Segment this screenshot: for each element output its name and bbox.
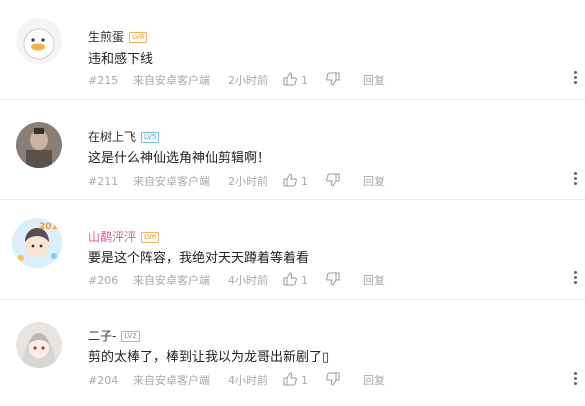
like-count: 1 (301, 74, 308, 87)
timestamp: 2小时前 (228, 175, 268, 188)
floor-number: #211 (88, 175, 119, 188)
like-count: 1 (301, 175, 308, 188)
level-badge: LV2 (121, 331, 140, 342)
anime-avatar-icon (16, 322, 62, 368)
username[interactable]: 生煎蛋 LV6 (88, 30, 148, 44)
floor-number: #215 (88, 74, 119, 87)
source-label: 来自安卓客户端 (133, 74, 210, 87)
username-text[interactable]: 在树上飞 (88, 130, 136, 144)
comment-item: 生煎蛋 LV6 违和感下线 #215 来自安卓客户端 2小时前 1 回复 (0, 0, 585, 100)
photo-avatar-icon (16, 122, 62, 168)
username[interactable]: 在树上飞 LV5 (88, 130, 160, 144)
timestamp: 4小时前 (228, 274, 268, 287)
thumbs-up-icon[interactable] (283, 72, 297, 89)
more-vertical-icon[interactable] (574, 71, 577, 84)
comment-item: 二子- LV2 剪的太棒了，棒到让我以为龙哥出新剧了▯ #204 来自安卓客户端 … (0, 300, 585, 400)
username[interactable]: 二子- LV2 (88, 329, 140, 343)
source-label: 来自安卓客户端 (133, 374, 210, 387)
thumbs-up-icon[interactable] (283, 272, 297, 289)
thumbs-down-icon[interactable] (326, 372, 340, 389)
more-vertical-icon[interactable] (574, 372, 577, 385)
level-badge: LV6 (141, 232, 160, 243)
comment-text: 这是什么神仙选角神仙剪辑啊！ (88, 151, 271, 166)
comment-item: 2019 山鹬泙泙 LV6 要是这个阵容，我绝对天天蹲着等着看 #206 来自安卓… (0, 200, 585, 300)
timestamp: 4小时前 (228, 374, 268, 387)
source-label: 来自安卓客户端 (133, 274, 210, 287)
avatar[interactable] (16, 322, 62, 368)
duck-avatar-icon (16, 18, 62, 64)
username-text[interactable]: 山鹬泙泙 (88, 230, 136, 244)
comment-item: 在树上飞 LV5 这是什么神仙选角神仙剪辑啊！ #211 来自安卓客户端 2小时前… (0, 100, 585, 200)
comment-text: 要是这个阵容，我绝对天天蹲着等着看 (88, 251, 310, 266)
username-text[interactable]: 生煎蛋 (88, 30, 124, 44)
reply-button[interactable]: 回复 (363, 374, 385, 387)
floor-number: #204 (88, 374, 119, 387)
reply-button[interactable]: 回复 (363, 274, 385, 287)
level-badge: LV6 (129, 32, 148, 43)
floor-number: #206 (88, 274, 119, 287)
avatar[interactable]: 2019 (12, 218, 62, 268)
thumbs-down-icon[interactable] (326, 72, 340, 89)
comment-list: 生煎蛋 LV6 违和感下线 #215 来自安卓客户端 2小时前 1 回复 在树上… (0, 0, 585, 406)
reply-button[interactable]: 回复 (363, 74, 385, 87)
like-count: 1 (301, 274, 308, 287)
more-vertical-icon[interactable] (574, 172, 577, 185)
username-text[interactable]: 二子- (88, 329, 116, 343)
thumbs-up-icon[interactable] (283, 173, 297, 190)
level-badge: LV5 (141, 132, 160, 143)
thumbs-down-icon[interactable] (326, 173, 340, 190)
anime-avatar-icon: 2019 (12, 218, 62, 268)
avatar[interactable] (16, 18, 62, 64)
comment-text: 违和感下线 (88, 52, 154, 67)
username[interactable]: 山鹬泙泙 LV6 (88, 230, 160, 244)
avatar[interactable] (16, 122, 62, 168)
timestamp: 2小时前 (228, 74, 268, 87)
more-vertical-icon[interactable] (574, 271, 577, 284)
like-count: 1 (301, 374, 308, 387)
thumbs-up-icon[interactable] (283, 372, 297, 389)
reply-button[interactable]: 回复 (363, 175, 385, 188)
source-label: 来自安卓客户端 (133, 175, 210, 188)
comment-text: 剪的太棒了，棒到让我以为龙哥出新剧了▯ (88, 350, 330, 365)
svg-text:2019: 2019 (39, 222, 62, 232)
thumbs-down-icon[interactable] (326, 272, 340, 289)
